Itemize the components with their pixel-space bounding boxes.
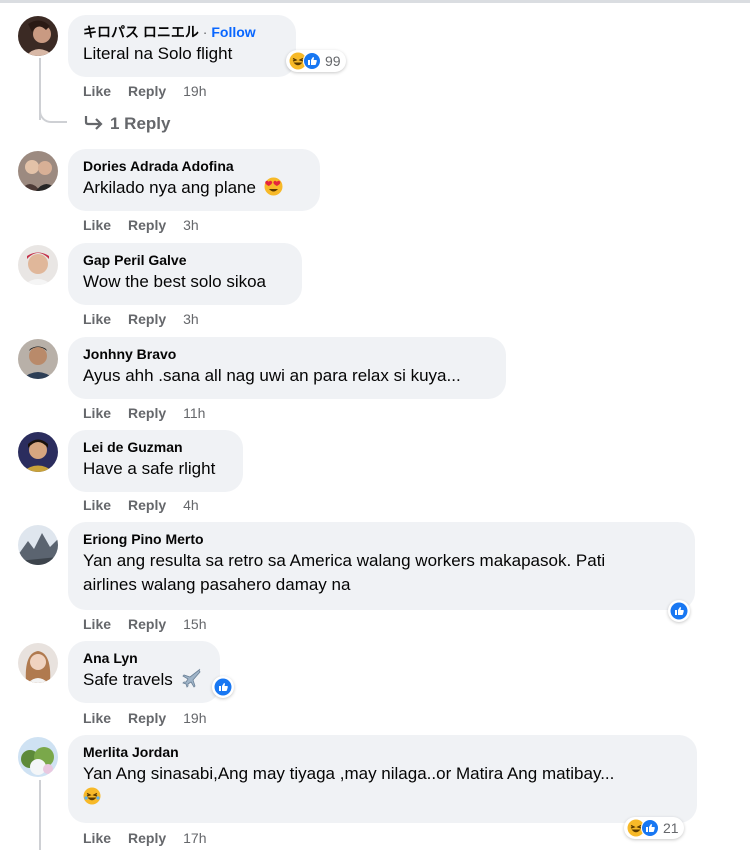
like-button[interactable]: Like bbox=[83, 497, 111, 513]
avatar[interactable] bbox=[18, 245, 58, 285]
top-divider bbox=[0, 0, 750, 3]
comment-text-line: Yan ang resulta sa retro sa America wala… bbox=[83, 551, 606, 570]
like-reaction-icon bbox=[303, 52, 321, 70]
comment-actions: Like Reply 15h bbox=[83, 616, 207, 632]
comment-bubble: Ana Lyn Safe travels bbox=[68, 641, 220, 703]
reactions-summary[interactable] bbox=[212, 676, 234, 698]
comment-bubble: Dories Adrada Adofina Arkilado nya ang p… bbox=[68, 149, 320, 211]
comment-text-line: airlines walang pasahero damay na bbox=[83, 575, 351, 594]
author-name[interactable]: Dories Adrada Adofina bbox=[83, 157, 305, 176]
comment-actions: Like Reply 19h bbox=[83, 710, 207, 726]
reactions-summary[interactable]: 21 bbox=[624, 817, 684, 839]
timestamp[interactable]: 17h bbox=[183, 830, 206, 846]
timestamp[interactable]: 15h bbox=[183, 616, 206, 632]
reactions-summary[interactable]: 99 bbox=[286, 50, 346, 72]
comment-bubble: Eriong Pino Merto Yan ang resulta sa ret… bbox=[68, 522, 695, 610]
avatar[interactable] bbox=[18, 339, 58, 379]
avatar[interactable] bbox=[18, 737, 58, 777]
avatar[interactable] bbox=[18, 525, 58, 565]
timestamp[interactable]: 19h bbox=[183, 83, 206, 99]
timestamp[interactable]: 11h bbox=[183, 405, 205, 421]
reactions-summary[interactable] bbox=[668, 600, 690, 622]
comment-actions: Like Reply 3h bbox=[83, 217, 199, 233]
reply-button[interactable]: Reply bbox=[128, 616, 166, 632]
reply-button[interactable]: Reply bbox=[128, 710, 166, 726]
author-name[interactable]: Jonhny Bravo bbox=[83, 345, 491, 364]
haha-emoji-icon bbox=[83, 787, 101, 805]
like-reaction-icon bbox=[641, 819, 659, 837]
reaction-count: 99 bbox=[325, 53, 341, 69]
comment-actions: Like Reply 3h bbox=[83, 311, 199, 327]
like-button[interactable]: Like bbox=[83, 83, 111, 99]
avatar[interactable] bbox=[18, 151, 58, 191]
timestamp[interactable]: 19h bbox=[183, 710, 206, 726]
like-button[interactable]: Like bbox=[83, 710, 111, 726]
reply-button[interactable]: Reply bbox=[128, 217, 166, 233]
author-name[interactable]: Gap Peril Galve bbox=[83, 251, 287, 270]
avatar[interactable] bbox=[18, 432, 58, 472]
author-name[interactable]: Ana Lyn bbox=[83, 649, 205, 668]
replies-count: 1 Reply bbox=[110, 114, 171, 133]
author-name[interactable]: Eriong Pino Merto bbox=[83, 530, 680, 549]
view-replies-link[interactable]: 1 Reply bbox=[84, 114, 170, 134]
author-name[interactable]: キロパス ロニエル bbox=[83, 24, 199, 40]
like-button[interactable]: Like bbox=[83, 830, 111, 846]
heart-eyes-emoji-icon bbox=[264, 177, 283, 196]
comment-text: Wow the best solo sikoa bbox=[83, 272, 266, 291]
comment-bubble: Gap Peril Galve Wow the best solo sikoa bbox=[68, 243, 302, 305]
avatar[interactable] bbox=[18, 16, 58, 56]
thread-elbow bbox=[39, 105, 67, 123]
like-button[interactable]: Like bbox=[83, 217, 111, 233]
airplane-emoji-icon bbox=[181, 668, 200, 688]
timestamp[interactable]: 4h bbox=[183, 497, 199, 513]
reply-button[interactable]: Reply bbox=[128, 83, 166, 99]
reply-button[interactable]: Reply bbox=[128, 311, 166, 327]
timestamp[interactable]: 3h bbox=[183, 311, 199, 327]
timestamp[interactable]: 3h bbox=[183, 217, 199, 233]
reply-button[interactable]: Reply bbox=[128, 405, 166, 421]
avatar[interactable] bbox=[18, 643, 58, 683]
like-reaction-icon bbox=[670, 602, 688, 620]
comment-text: Safe travels bbox=[83, 670, 173, 689]
comment-text: Arkilado nya ang plane bbox=[83, 178, 256, 197]
reaction-count: 21 bbox=[663, 820, 679, 836]
comment-text: Ayus ahh .sana all nag uwi an para relax… bbox=[83, 366, 461, 385]
comment-actions: Like Reply 19h bbox=[83, 83, 207, 99]
comment-text: Have a safe rlight bbox=[83, 459, 216, 478]
reply-button[interactable]: Reply bbox=[128, 497, 166, 513]
comment-bubble: Merlita Jordan Yan Ang sinasabi,Ang may … bbox=[68, 735, 697, 823]
comment-text: Literal na Solo flight bbox=[83, 44, 233, 63]
separator-dot: · bbox=[202, 24, 208, 40]
like-reaction-icon bbox=[214, 678, 232, 696]
comment-text: Yan Ang sinasabi,Ang may tiyaga ,may nil… bbox=[83, 764, 615, 783]
comment-bubble: Jonhny Bravo Ayus ahh .sana all nag uwi … bbox=[68, 337, 506, 399]
comment-bubble: Lei de Guzman Have a safe rlight bbox=[68, 430, 243, 492]
like-button[interactable]: Like bbox=[83, 311, 111, 327]
thread-line bbox=[39, 780, 41, 850]
author-name[interactable]: Lei de Guzman bbox=[83, 438, 228, 457]
comment-actions: Like Reply 11h bbox=[83, 405, 205, 421]
follow-button[interactable]: Follow bbox=[211, 24, 255, 40]
author-name[interactable]: Merlita Jordan bbox=[83, 743, 682, 762]
reply-button[interactable]: Reply bbox=[128, 830, 166, 846]
comment-actions: Like Reply 4h bbox=[83, 497, 199, 513]
reply-arrow-icon bbox=[84, 116, 103, 130]
like-button[interactable]: Like bbox=[83, 616, 111, 632]
like-button[interactable]: Like bbox=[83, 405, 111, 421]
comment-bubble: キロパス ロニエル · Follow Literal na Solo fligh… bbox=[68, 15, 296, 77]
comment-actions: Like Reply 17h bbox=[83, 830, 207, 846]
